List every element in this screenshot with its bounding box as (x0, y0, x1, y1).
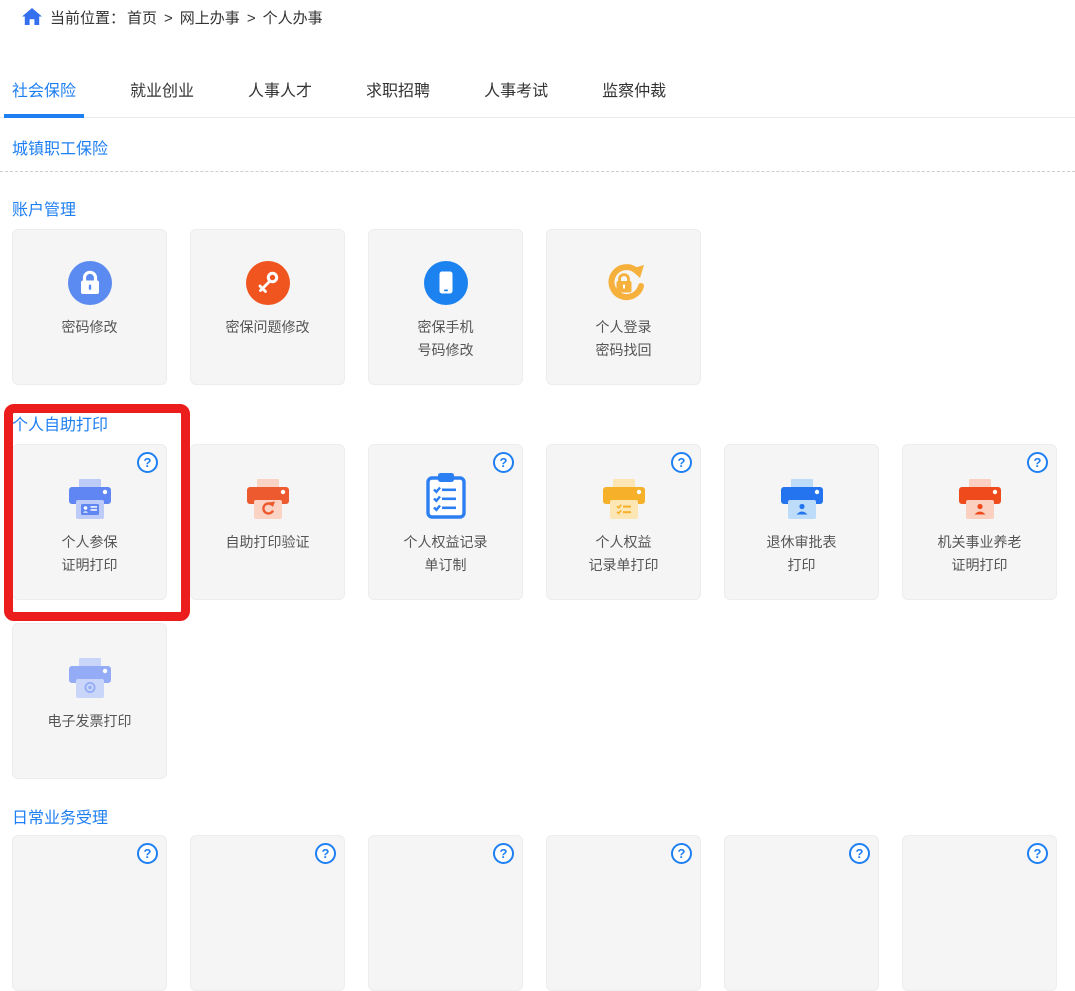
breadcrumb-separator: > (164, 10, 173, 27)
help-icon[interactable]: ? (671, 843, 692, 864)
card-label: 密保问题修改 (191, 316, 344, 339)
card-retirement-approval-print[interactable]: 退休审批表打印 (724, 444, 879, 600)
card-rights-record-print[interactable]: 个人权益记录单打印? (546, 444, 701, 600)
card-label: 自助打印验证 (191, 531, 344, 554)
card-rights-record-customize[interactable]: 个人权益记录单订制? (368, 444, 523, 600)
help-icon[interactable]: ? (1027, 452, 1048, 473)
printer-seal-icon (13, 651, 166, 699)
card-daily-stub-5[interactable]: ? (724, 835, 879, 991)
help-icon[interactable]: ? (1027, 843, 1048, 864)
card-security-question-change[interactable]: 密保问题修改 (190, 229, 345, 385)
card-label: 密保手机号码修改 (369, 316, 522, 362)
card-insurance-certificate-print[interactable]: 个人参保证明打印? (12, 444, 167, 600)
card-daily-stub-2[interactable]: ? (190, 835, 345, 991)
refresh-lock-icon (547, 257, 700, 305)
help-icon[interactable]: ? (137, 452, 158, 473)
card-login-password-recovery[interactable]: 个人登录密码找回 (546, 229, 701, 385)
printer-check-icon (547, 472, 700, 520)
breadcrumb-prefix: 当前位置： (50, 7, 125, 28)
card-government-pension-certificate-print[interactable]: 机关事业养老证明打印? (902, 444, 1057, 600)
printer-idcard-icon (13, 472, 166, 520)
help-icon[interactable]: ? (137, 843, 158, 864)
tab-supervision-arbitration[interactable]: 监察仲裁 (594, 82, 674, 118)
tab-personnel-exam[interactable]: 人事考试 (476, 82, 556, 118)
card-label: 密码修改 (13, 316, 166, 339)
card-grid-daily-business: ?????? (12, 835, 1075, 991)
tab-bar: 社会保险 就业创业 人事人才 求职招聘 人事考试 监察仲裁 (0, 82, 1075, 118)
card-daily-stub-3[interactable]: ? (368, 835, 523, 991)
card-label: 个人权益记录单打印 (547, 531, 700, 577)
section-title-daily-business: 日常业务受理 (12, 809, 1075, 829)
card-label: 机关事业养老证明打印 (903, 531, 1056, 577)
printer-person-icon (725, 472, 878, 520)
tab-employment-entrepreneurship[interactable]: 就业创业 (122, 82, 202, 118)
breadcrumb: 当前位置： 首页 > 网上办事 > 个人办事 (10, 6, 1075, 28)
phone-circle-icon (369, 257, 522, 305)
sections-container: 账户管理密码修改 密保问题修改 密保手机号码修改个人登录密码找回个人自助打印个人参保… (0, 201, 1075, 991)
lock-circle-icon (13, 257, 166, 305)
card-daily-stub-6[interactable]: ? (902, 835, 1057, 991)
card-label: 个人参保证明打印 (13, 531, 166, 577)
card-grid-personal-self-print: 个人参保证明打印?自助打印验证个人权益记录单订制?个人权益记录单打印?退休审批表… (12, 444, 1075, 779)
home-icon[interactable] (22, 7, 42, 27)
section-title-personal-self-print: 个人自助打印 (12, 416, 1075, 436)
breadcrumb-link-personal-services[interactable]: 个人办事 (263, 10, 323, 27)
printer-refresh-icon (191, 472, 344, 520)
breadcrumb-link-online-services[interactable]: 网上办事 (180, 10, 240, 27)
printer-person-icon (903, 472, 1056, 520)
card-label: 退休审批表打印 (725, 531, 878, 577)
help-icon[interactable]: ? (493, 843, 514, 864)
tab-social-insurance[interactable]: 社会保险 (4, 82, 84, 118)
breadcrumb-items: 首页 > 网上办事 > 个人办事 (127, 7, 323, 28)
clipboard-check-icon (369, 472, 522, 520)
page-title: 城镇职工保险 (12, 140, 1075, 160)
card-self-print-verification[interactable]: 自助打印验证 (190, 444, 345, 600)
card-e-invoice-print[interactable]: 电子发票打印 (12, 623, 167, 779)
help-icon[interactable]: ? (849, 843, 870, 864)
tab-hr-talent[interactable]: 人事人才 (240, 82, 320, 118)
help-icon[interactable]: ? (493, 452, 514, 473)
tab-job-recruitment[interactable]: 求职招聘 (358, 82, 438, 118)
card-password-change[interactable]: 密码修改 (12, 229, 167, 385)
card-daily-stub-4[interactable]: ? (546, 835, 701, 991)
key-circle-icon (191, 257, 344, 305)
help-icon[interactable]: ? (315, 843, 336, 864)
card-security-phone-change[interactable]: 密保手机号码修改 (368, 229, 523, 385)
card-label: 个人权益记录单订制 (369, 531, 522, 577)
card-label: 个人登录密码找回 (547, 316, 700, 362)
card-grid-account-management: 密码修改 密保问题修改 密保手机号码修改个人登录密码找回 (12, 229, 1075, 385)
card-daily-stub-1[interactable]: ? (12, 835, 167, 991)
help-icon[interactable]: ? (671, 452, 692, 473)
breadcrumb-separator: > (247, 10, 256, 27)
section-title-account-management: 账户管理 (12, 201, 1075, 221)
dashed-divider (0, 171, 1075, 172)
breadcrumb-link-home[interactable]: 首页 (127, 10, 157, 27)
card-label: 电子发票打印 (13, 710, 166, 733)
